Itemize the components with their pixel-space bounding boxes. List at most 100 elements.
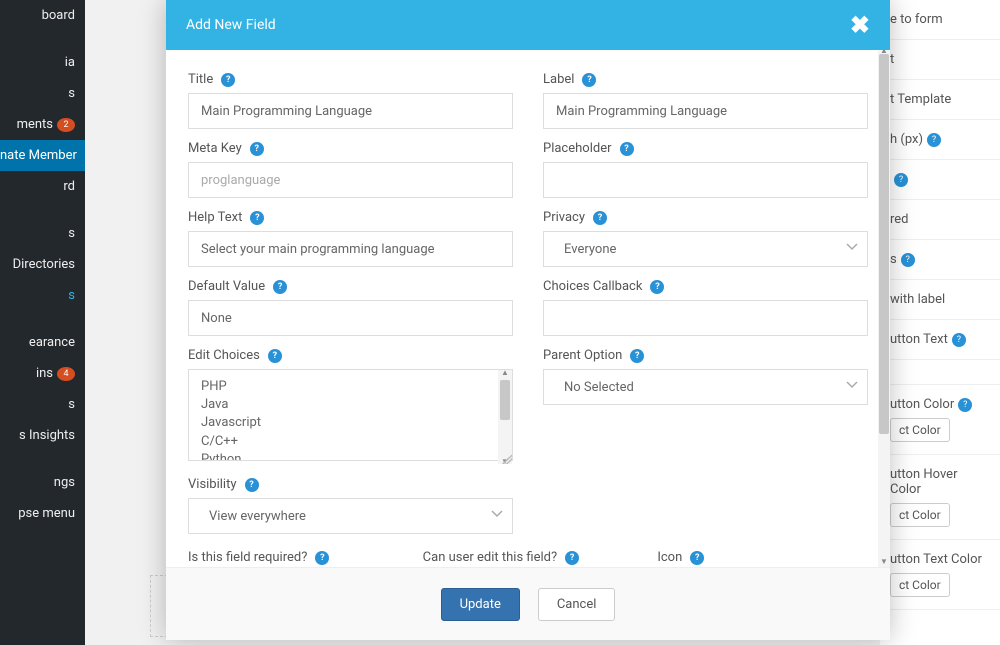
- left-column: Title ? Meta Key ? H: [188, 60, 513, 534]
- option-text: utton Color: [890, 397, 954, 412]
- parentoption-label: Parent Option: [543, 348, 622, 363]
- canedit-label: Can user edit this field?: [423, 550, 557, 565]
- cancel-button[interactable]: Cancel: [538, 588, 616, 621]
- bottom-row: Is this field required? ? No Can user ed…: [188, 550, 868, 567]
- option-row: utton Hover Color ct Color: [880, 455, 1000, 540]
- add-field-modal: Add New Field ✖ Title ? Meta: [166, 0, 890, 640]
- option-text: t Template: [890, 92, 951, 107]
- scroll-thumb[interactable]: [500, 380, 510, 420]
- help-icon[interactable]: ?: [927, 133, 941, 147]
- privacy-label: Privacy: [543, 210, 585, 225]
- sidebar-item[interactable]: [0, 451, 85, 467]
- help-icon[interactable]: ?: [565, 551, 579, 565]
- chevron-down-icon: [845, 240, 859, 258]
- select-color-button[interactable]: ct Color: [890, 418, 950, 442]
- parentoption-select[interactable]: No Selected: [543, 369, 868, 405]
- option-row: t Template: [880, 80, 1000, 120]
- background-options-panel: e to form t t Template h (px)?? red s? with la…: [880, 0, 1000, 645]
- option-text: utton Hover Color: [890, 467, 957, 497]
- help-icon[interactable]: ?: [952, 333, 966, 347]
- scroll-up-icon[interactable]: ▲: [498, 368, 512, 377]
- choices-textarea[interactable]: [188, 369, 513, 461]
- help-icon[interactable]: ?: [620, 142, 634, 156]
- helptext-label: Help Text: [188, 210, 242, 225]
- option-row: h (px)?: [880, 120, 1000, 160]
- sidebar-item[interactable]: [0, 202, 85, 218]
- placeholder-input[interactable]: [543, 162, 868, 198]
- visibility-select[interactable]: View everywhere: [188, 498, 513, 534]
- help-icon[interactable]: ?: [894, 173, 908, 187]
- sidebar-item[interactable]: s Insights: [0, 420, 85, 451]
- option-text: red: [890, 212, 909, 227]
- sidebar-item[interactable]: s: [0, 280, 85, 311]
- scroll-thumb[interactable]: [879, 54, 889, 434]
- sidebar-item[interactable]: s: [0, 218, 85, 249]
- sidebar-item[interactable]: board: [0, 0, 85, 31]
- scroll-down-icon[interactable]: ▼: [878, 557, 890, 567]
- option-text: h (px): [890, 132, 923, 147]
- help-icon[interactable]: ?: [245, 478, 259, 492]
- option-text: utton Text Color: [890, 552, 982, 567]
- resize-handle-icon[interactable]: [502, 454, 512, 464]
- metakey-input[interactable]: [188, 162, 513, 198]
- help-icon[interactable]: ?: [650, 280, 664, 294]
- option-text: t: [890, 52, 894, 67]
- sidebar-item[interactable]: s: [0, 389, 85, 420]
- callback-label: Choices Callback: [543, 279, 642, 294]
- help-icon[interactable]: ?: [315, 551, 329, 565]
- close-icon[interactable]: ✖: [850, 11, 870, 39]
- option-row: [880, 360, 1000, 385]
- modal-body-wrap: Title ? Meta Key ? H: [166, 50, 890, 567]
- sidebar-item[interactable]: ins4: [0, 358, 85, 389]
- help-icon[interactable]: ?: [250, 211, 264, 225]
- sidebar-item[interactable]: earance: [0, 327, 85, 358]
- sidebar-item[interactable]: pse menu: [0, 498, 85, 529]
- required-label: Is this field required?: [188, 550, 307, 565]
- title-label: Title: [188, 72, 213, 87]
- sidebar-item[interactable]: nate Member: [0, 140, 85, 171]
- help-icon[interactable]: ?: [958, 398, 972, 412]
- sidebar-item[interactable]: s: [0, 78, 85, 109]
- sidebar-item[interactable]: [0, 311, 85, 327]
- option-row: t: [880, 40, 1000, 80]
- modal-footer: Update Cancel: [166, 567, 890, 640]
- helptext-input[interactable]: [188, 231, 513, 267]
- sidebar-item[interactable]: [0, 31, 85, 47]
- help-icon[interactable]: ?: [630, 349, 644, 363]
- update-button[interactable]: Update: [441, 588, 520, 621]
- help-icon[interactable]: ?: [593, 211, 607, 225]
- option-row: ?: [880, 160, 1000, 200]
- option-row: e to form: [880, 0, 1000, 40]
- modal-scrollbar[interactable]: ▲ ▼: [878, 50, 890, 567]
- modal-title: Add New Field: [186, 17, 276, 33]
- sidebar-item[interactable]: ia: [0, 47, 85, 78]
- option-row: s?: [880, 240, 1000, 280]
- defaultvalue-input[interactable]: [188, 300, 513, 336]
- select-color-button[interactable]: ct Color: [890, 503, 950, 527]
- sidebar-item[interactable]: ngs: [0, 467, 85, 498]
- notification-badge: 2: [57, 118, 75, 132]
- sidebar-item[interactable]: rd: [0, 171, 85, 202]
- select-color-button[interactable]: ct Color: [890, 573, 950, 597]
- help-icon[interactable]: ?: [901, 253, 915, 267]
- help-icon[interactable]: ?: [268, 349, 282, 363]
- privacy-select[interactable]: Everyone: [543, 231, 868, 267]
- sidebar-item[interactable]: ments2: [0, 109, 85, 140]
- option-row: utton Color? ct Color: [880, 385, 1000, 455]
- option-row: red: [880, 200, 1000, 240]
- help-icon[interactable]: ?: [273, 280, 287, 294]
- title-input[interactable]: [188, 93, 513, 129]
- label-input[interactable]: [543, 93, 868, 129]
- textarea-scrollbar[interactable]: ▲ ▼: [498, 370, 512, 464]
- help-icon[interactable]: ?: [582, 73, 596, 87]
- help-icon[interactable]: ?: [221, 73, 235, 87]
- sidebar-item[interactable]: Directories: [0, 249, 85, 280]
- chevron-down-icon: [845, 378, 859, 396]
- option-text: e to form: [890, 12, 943, 27]
- option-text: with label: [890, 292, 945, 307]
- placeholder-label: Placeholder: [543, 141, 612, 156]
- help-icon[interactable]: ?: [690, 551, 704, 565]
- callback-input[interactable]: [543, 300, 868, 336]
- help-icon[interactable]: ?: [250, 142, 264, 156]
- visibility-label: Visibility: [188, 477, 237, 492]
